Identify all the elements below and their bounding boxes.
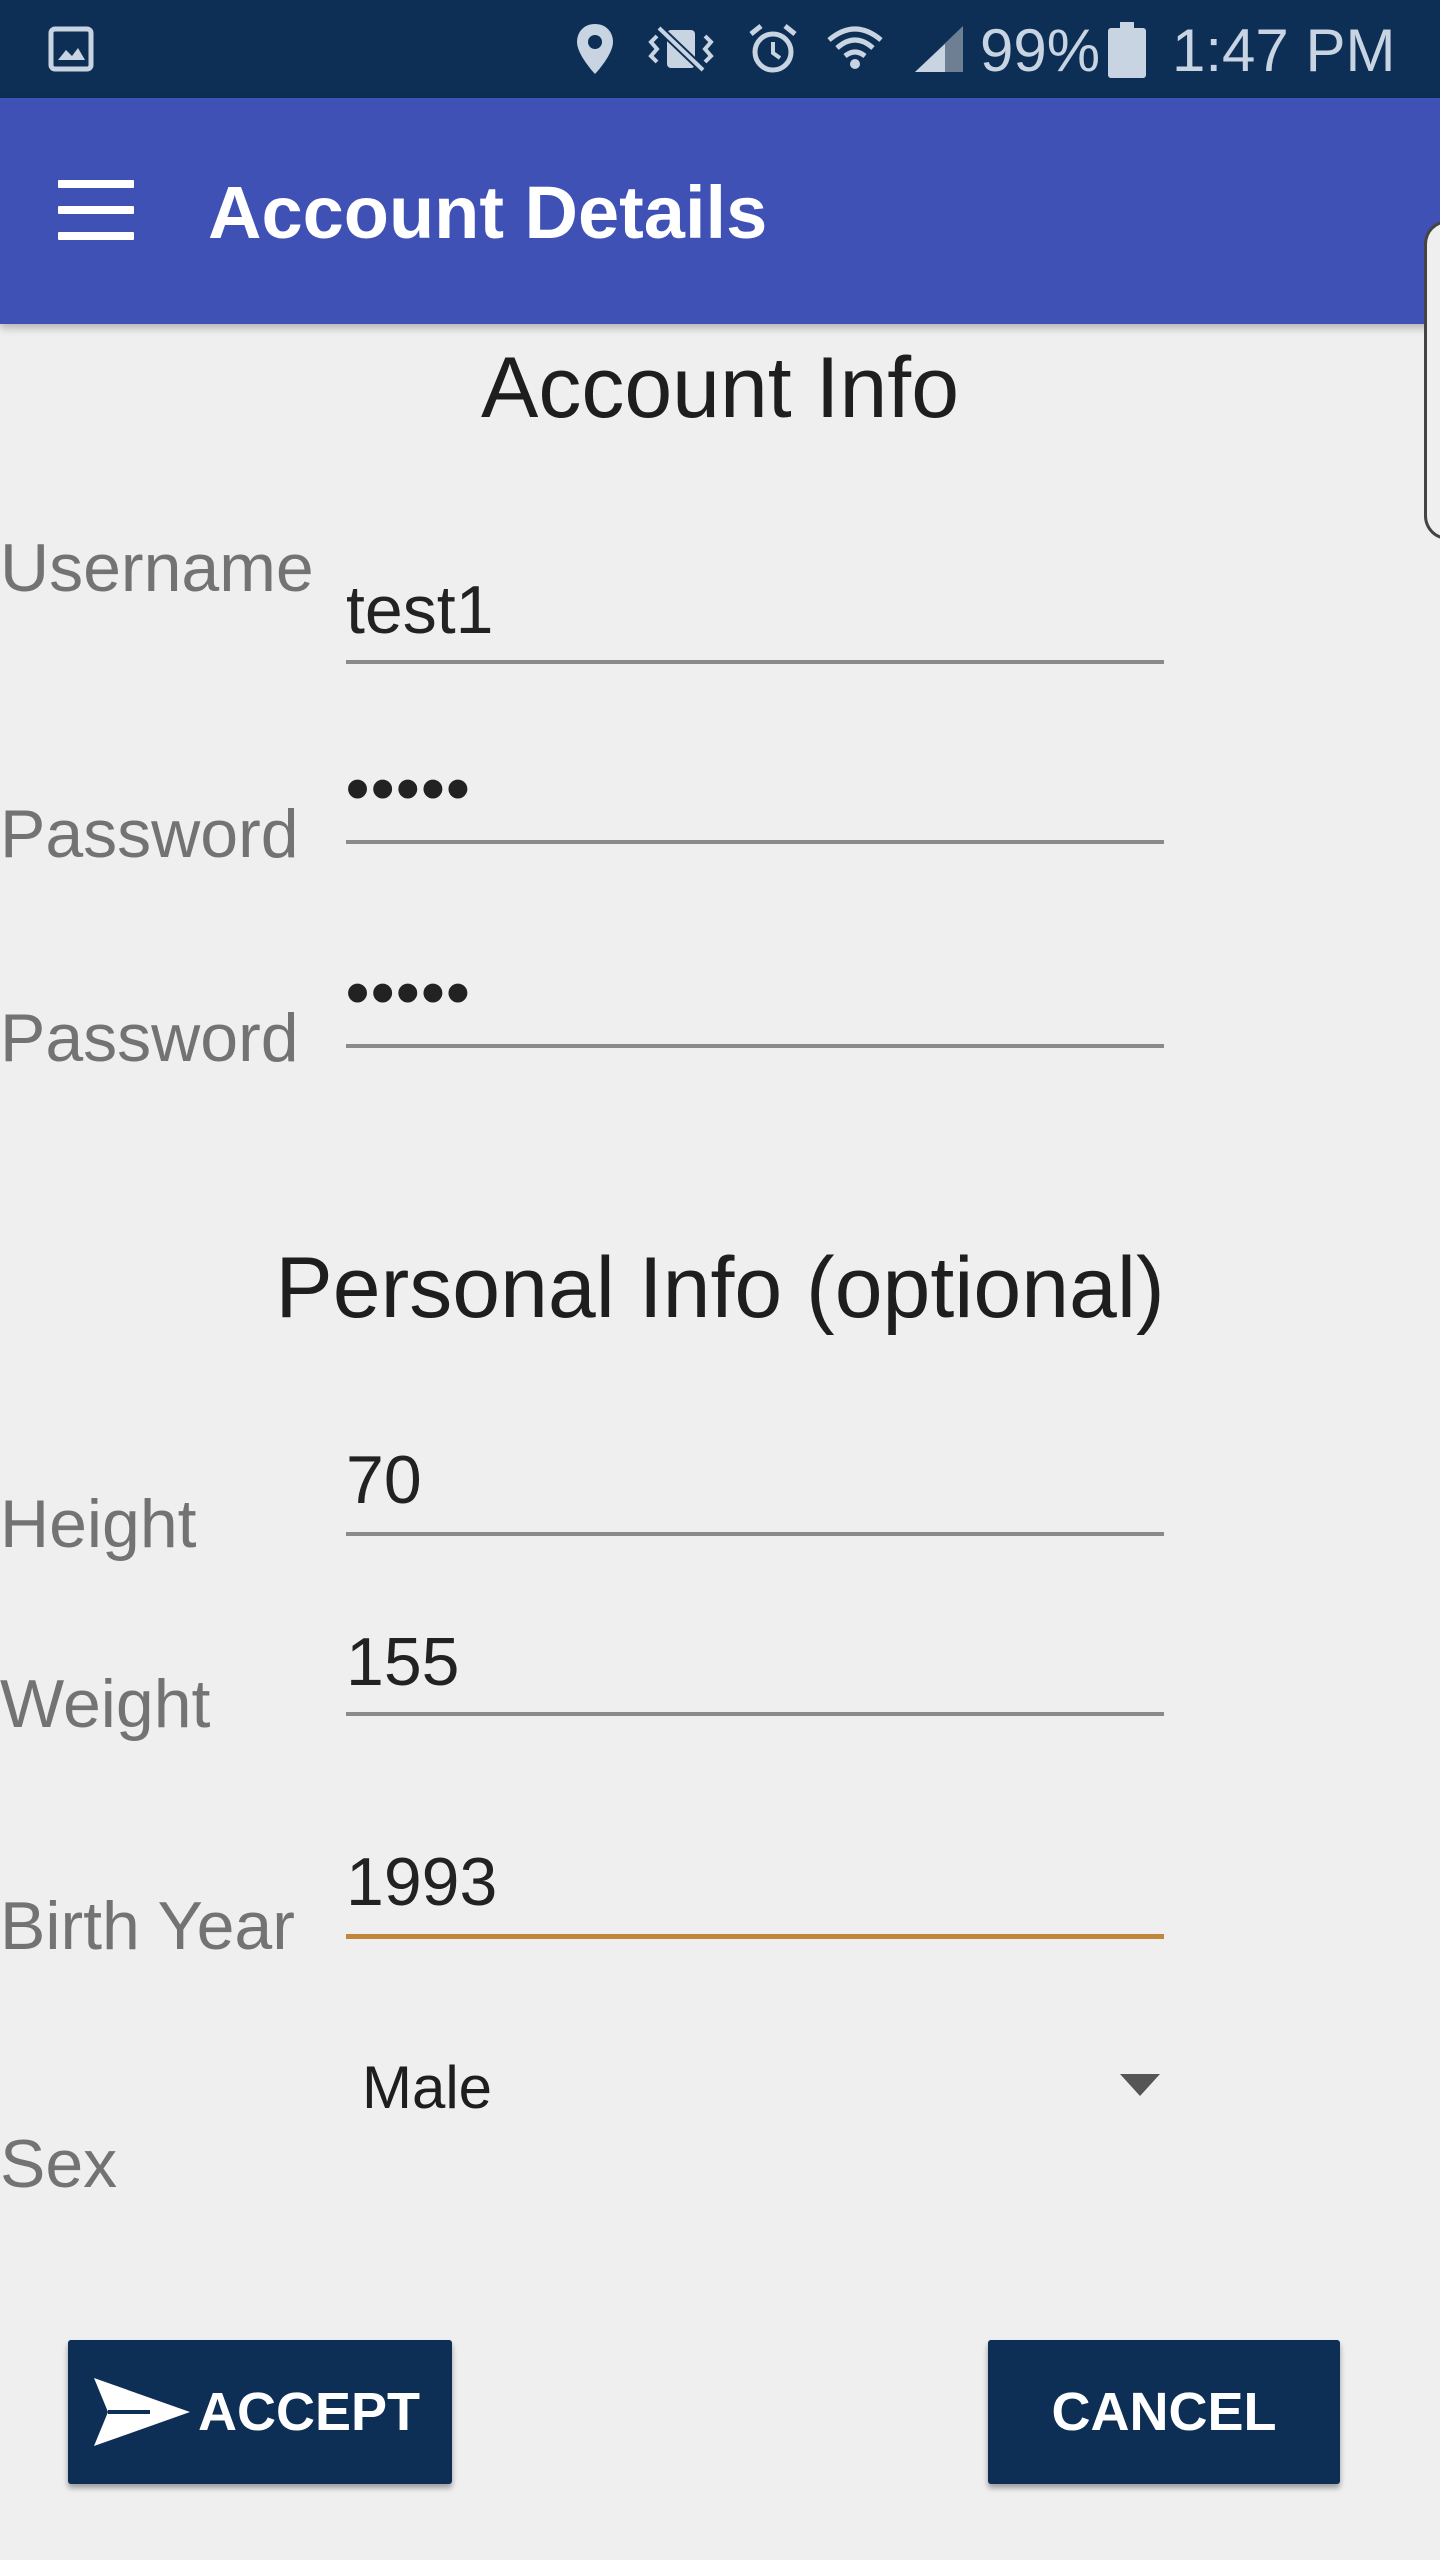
birth-year-label: Birth Year [0, 1888, 295, 1964]
birth-year-underline [346, 1934, 1164, 1939]
confirm-password-field[interactable]: ••••• [346, 952, 472, 1032]
vibrate-mute-icon [648, 25, 714, 73]
dropdown-arrow-icon[interactable] [1118, 2072, 1162, 2098]
weight-underline [346, 1712, 1164, 1716]
confirm-password-label: Password [0, 1000, 299, 1076]
sex-label: Sex [0, 2126, 118, 2202]
signal-icon [915, 26, 963, 72]
location-icon [577, 24, 613, 74]
battery-icon [1108, 22, 1146, 78]
confirm-password-underline [346, 1044, 1164, 1048]
account-info-heading: Account Info [480, 340, 960, 436]
username-field[interactable]: test1 [346, 570, 493, 650]
send-icon [93, 2378, 190, 2446]
username-label: Username [0, 530, 314, 606]
alarm-icon [749, 24, 797, 73]
clock: 1:47 PM [1172, 17, 1396, 84]
accept-button[interactable]: ACCEPT [68, 2340, 452, 2484]
accept-button-label: ACCEPT [197, 2382, 420, 2442]
password-label: Password [0, 796, 299, 872]
cancel-button-label: CANCEL [1051, 2382, 1277, 2442]
cancel-button[interactable]: CANCEL [988, 2340, 1340, 2484]
battery-percent: 99% [980, 17, 1101, 84]
wifi-icon [827, 26, 883, 69]
weight-field[interactable]: 155 [346, 1622, 459, 1702]
sex-select[interactable]: Male [362, 2050, 492, 2126]
username-underline [346, 660, 1164, 664]
weight-label: Weight [0, 1666, 211, 1742]
status-bar: 99% 1:47 PM [0, 0, 1440, 98]
password-field[interactable]: ••••• [346, 748, 472, 828]
birth-year-field[interactable]: 1993 [346, 1842, 497, 1922]
gallery-icon [48, 26, 94, 72]
hamburger-menu-icon[interactable] [58, 180, 134, 242]
height-underline [346, 1532, 1164, 1536]
app-bar: Account Details [0, 98, 1440, 324]
height-field[interactable]: 70 [346, 1440, 422, 1520]
height-label: Height [0, 1486, 197, 1562]
personal-info-heading: Personal Info (optional) [275, 1240, 1165, 1336]
page-title: Account Details [208, 171, 768, 254]
password-underline [346, 840, 1164, 844]
